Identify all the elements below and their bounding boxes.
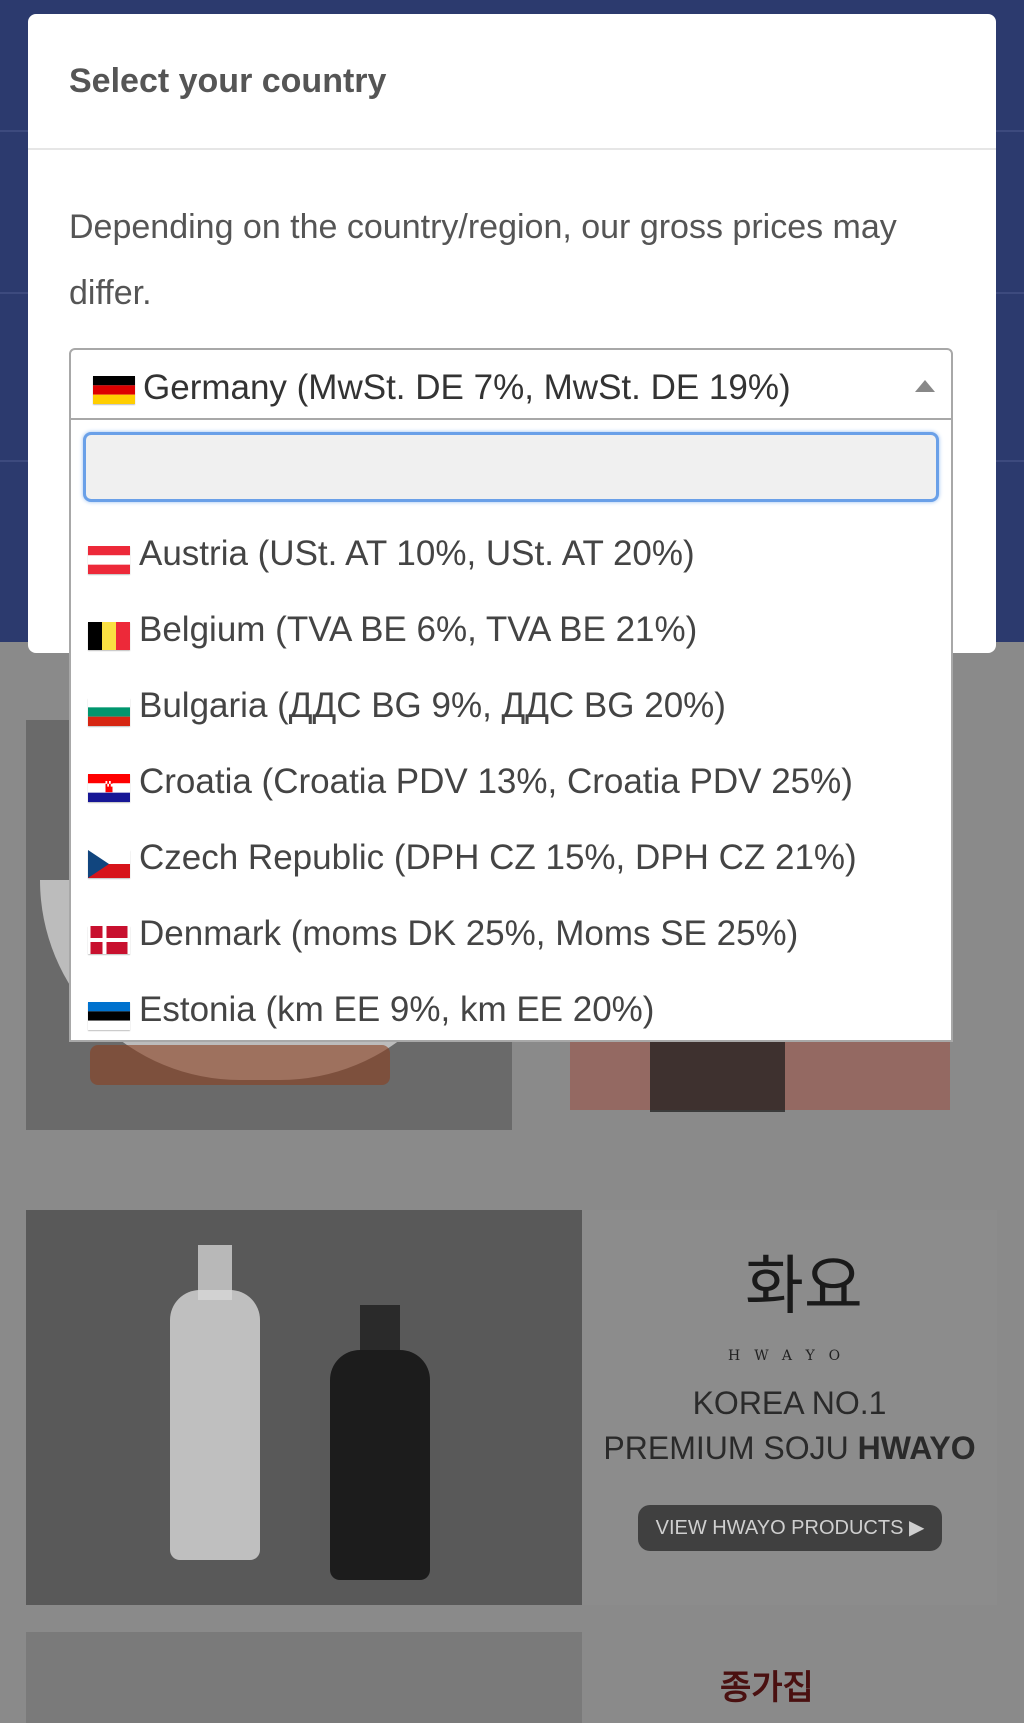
austria-flag-icon	[88, 546, 130, 574]
country-option-label: Czech Republic (DPH CZ 15%, DPH CZ 21%)	[139, 838, 857, 877]
country-option-label: Estonia (km EE 9%, km EE 20%)	[139, 990, 655, 1029]
country-option-label: Croatia (Croatia PDV 13%, Croatia PDV 25…	[139, 762, 853, 801]
modal-divider	[28, 148, 996, 150]
hwayo-logo-icon: 화요	[745, 1250, 863, 1324]
third-banner-logo-icon: 종가집	[720, 1669, 814, 1707]
country-option-czech-republic[interactable]: Czech Republic (DPH CZ 15%, DPH CZ 21%)	[71, 824, 951, 894]
hwayo-headline-2: PREMIUM SOJU HWAYO	[603, 1430, 976, 1466]
modal-description: Depending on the country/region, our gro…	[69, 208, 897, 312]
bottle-white-image	[170, 1290, 260, 1560]
country-option-label: Austria (USt. AT 10%, USt. AT 20%)	[139, 534, 695, 573]
czech-flag-icon	[88, 850, 130, 878]
noodle-pack-black-image	[650, 1030, 785, 1112]
country-option-label: Denmark (moms DK 25%, Moms SE 25%)	[139, 914, 799, 953]
estonia-flag-icon	[88, 1002, 130, 1030]
country-search-input[interactable]	[83, 432, 939, 502]
country-dropdown: Austria (USt. AT 10%, USt. AT 20%) Belgi…	[69, 420, 953, 1042]
country-option-denmark[interactable]: Denmark (moms DK 25%, Moms SE 25%)	[71, 900, 951, 970]
noodles-image	[90, 1045, 390, 1085]
hwayo-brand-text: HWAYO	[728, 1348, 855, 1364]
country-option-croatia[interactable]: Croatia (Croatia PDV 13%, Croatia PDV 25…	[71, 748, 951, 818]
country-select[interactable]: Germany (MwSt. DE 7%, MwSt. DE 19%)	[69, 348, 953, 420]
chevron-up-icon[interactable]	[915, 380, 935, 392]
germany-flag-icon	[93, 376, 135, 404]
selected-country-label: Germany (MwSt. DE 7%, MwSt. DE 19%)	[143, 368, 791, 407]
hwayo-headline-1: KOREA NO.1	[692, 1385, 887, 1421]
third-banner-photo	[26, 1632, 582, 1723]
belgium-flag-icon	[88, 622, 130, 650]
modal-title: Select your country	[69, 62, 387, 100]
country-option-label: Bulgaria (ДДС BG 9%, ДДС BG 20%)	[139, 686, 726, 725]
country-option-label: Belgium (TVA BE 6%, TVA BE 21%)	[139, 610, 698, 649]
country-option-estonia[interactable]: Estonia (km EE 9%, km EE 20%)	[71, 976, 951, 1040]
country-option-austria[interactable]: Austria (USt. AT 10%, USt. AT 20%)	[71, 520, 951, 590]
country-option-bulgaria[interactable]: Bulgaria (ДДС BG 9%, ДДС BG 20%)	[71, 672, 951, 742]
denmark-flag-icon	[90, 926, 128, 954]
bulgaria-flag-icon	[88, 698, 130, 726]
croatia-flag-icon	[88, 774, 130, 802]
bottle-black-image	[330, 1350, 430, 1580]
country-option-belgium[interactable]: Belgium (TVA BE 6%, TVA BE 21%)	[71, 596, 951, 666]
view-hwayo-products-button[interactable]: VIEW HWAYO PRODUCTS ▶	[638, 1505, 942, 1551]
hwayo-banner-photo[interactable]	[26, 1210, 582, 1605]
